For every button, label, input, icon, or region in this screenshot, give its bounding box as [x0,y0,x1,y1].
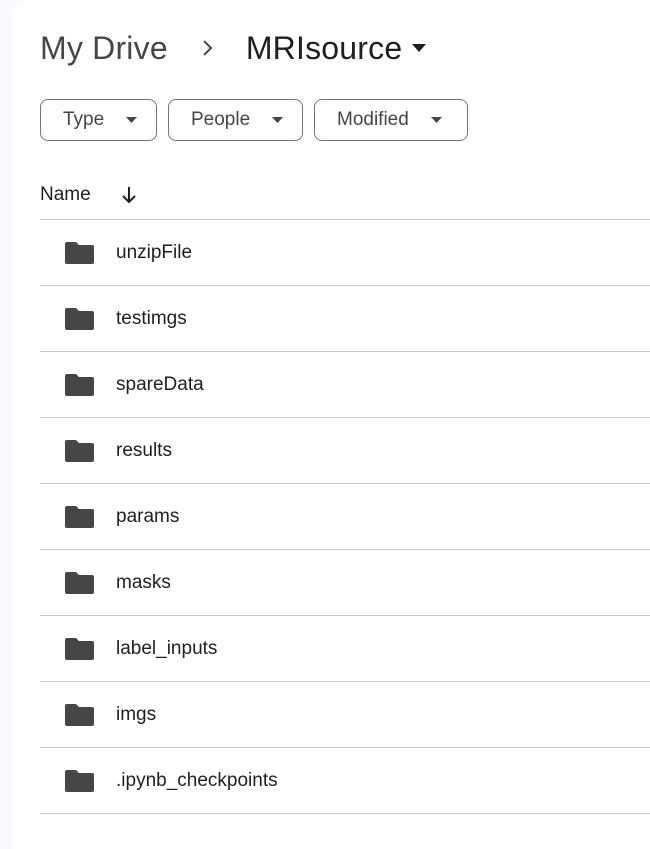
folder-icon [64,703,94,726]
breadcrumb-my-drive[interactable]: My Drive [40,30,168,67]
folder-name: params [116,505,180,527]
folder-name: spareData [116,373,204,395]
caret-down-icon [126,117,138,123]
current-folder-title: MRIsource [245,29,403,66]
modified-filter-chip[interactable]: Modified [314,99,468,141]
folder-icon [64,373,94,396]
folder-row[interactable]: masks [40,550,650,616]
folder-name: imgs [116,703,157,725]
folder-row[interactable]: params [40,484,650,550]
breadcrumb-current-folder[interactable]: MRIsource [246,30,427,67]
name-column-header[interactable]: Name [40,184,91,206]
modified-filter-label: Modified [337,109,409,130]
people-filter-chip[interactable]: People [168,99,303,141]
main-panel: My Drive MRIsource Type People Modified [12,0,650,849]
caret-down-icon [272,117,284,123]
type-filter-chip[interactable]: Type [40,99,157,141]
folder-icon [64,769,94,792]
file-list: unzipFile testimgs spareData results par… [40,220,650,814]
caret-down-icon [430,117,442,123]
folder-icon [64,571,94,594]
filter-chips: Type People Modified [40,99,468,141]
folder-icon [64,505,94,528]
arrow-down-icon[interactable] [121,186,137,204]
folder-icon [64,307,94,330]
breadcrumb: My Drive MRIsource [40,26,427,70]
folder-row[interactable]: unzipFile [40,220,650,286]
folder-row[interactable]: spareData [40,352,650,418]
folder-name: results [116,439,172,461]
folder-name: masks [116,571,171,593]
folder-row[interactable]: .ipynb_checkpoints [40,748,650,814]
type-filter-label: Type [63,109,105,130]
folder-row[interactable]: label_inputs [40,616,650,682]
folder-name: unzipFile [116,241,193,263]
people-filter-label: People [191,109,251,130]
list-header: Name [40,170,650,220]
chevron-right-icon [168,26,246,70]
folder-name: .ipynb_checkpoints [116,769,278,791]
folder-name: label_inputs [116,637,218,659]
folder-name: testimgs [116,307,187,329]
folder-icon [64,637,94,660]
folder-icon [64,241,94,264]
folder-row[interactable]: testimgs [40,286,650,352]
caret-down-icon [412,44,427,52]
folder-icon [64,439,94,462]
folder-row[interactable]: results [40,418,650,484]
folder-row[interactable]: imgs [40,682,650,748]
